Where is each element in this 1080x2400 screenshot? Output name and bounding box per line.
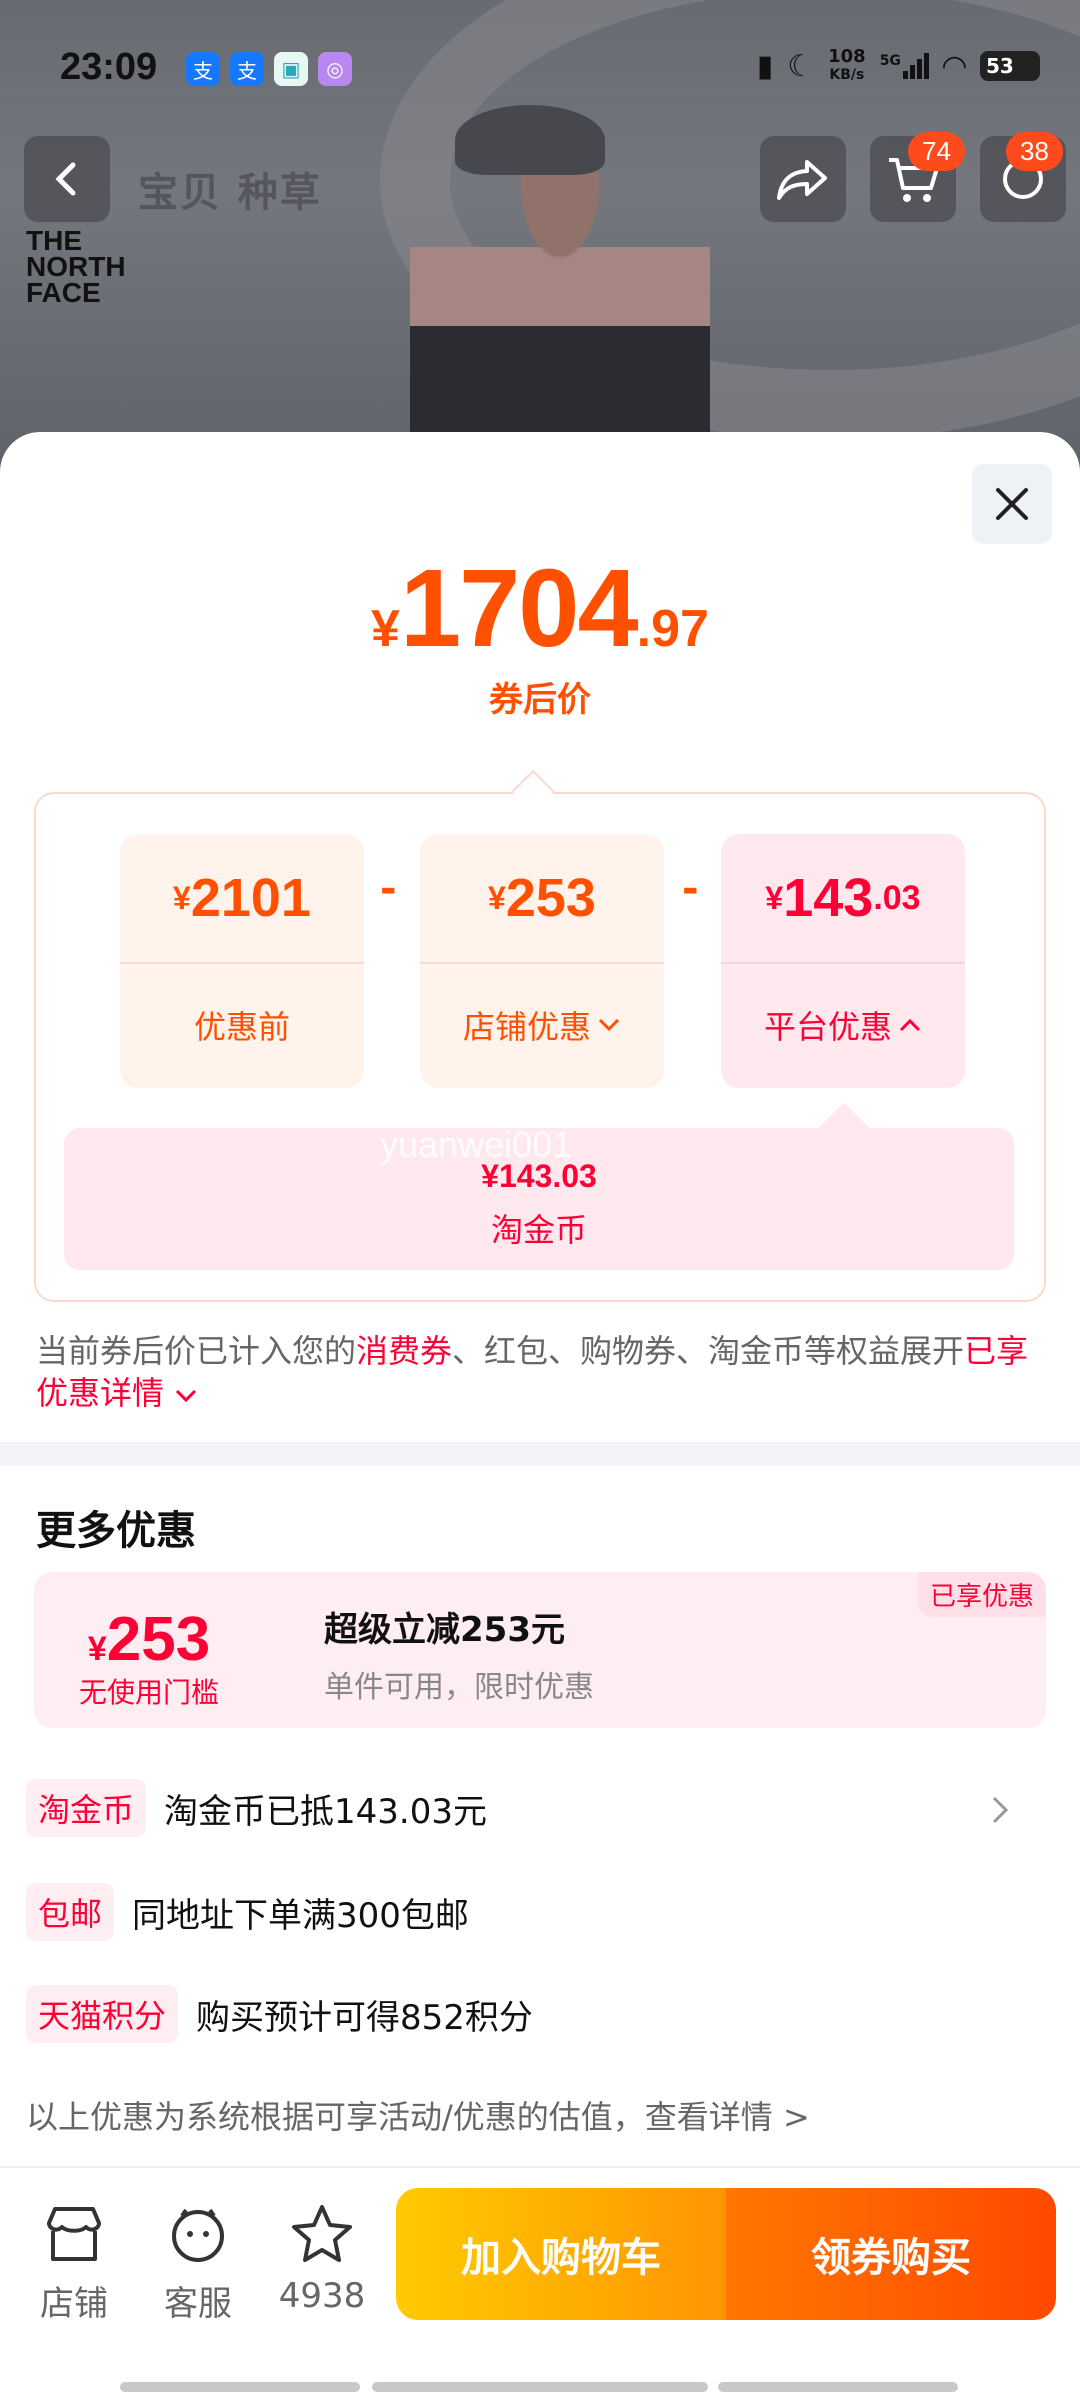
moon-icon: ☾ xyxy=(787,48,815,84)
cart-badge: 74 xyxy=(908,132,965,171)
coupon-amount: 253 xyxy=(106,1605,211,1674)
platform-discount-label: 平台优惠 xyxy=(763,1008,892,1046)
minus-sign: - xyxy=(380,866,397,912)
offer-row-taojinbi[interactable]: 淘金币 淘金币已抵143.03元 xyxy=(26,1778,487,1838)
coupon-threshold: 无使用门槛 xyxy=(78,1676,219,1709)
favorite-button[interactable]: 4938 xyxy=(262,2196,382,2316)
final-price-label: 券后价 xyxy=(489,680,591,720)
final-price: ¥1704.97 xyxy=(371,547,709,670)
star-icon xyxy=(292,2205,352,2262)
chevron-up-icon xyxy=(899,1018,921,1032)
message-badge: 38 xyxy=(1006,132,1063,171)
more-offers-title: 更多优惠 xyxy=(36,1508,196,1554)
chevron-left-icon xyxy=(55,162,76,196)
original-price-card: ¥2101 优惠前 xyxy=(120,834,364,1088)
store-discount-card[interactable]: ¥253 店铺优惠 xyxy=(420,834,664,1088)
offer-text: 同地址下单满300包邮 xyxy=(132,1895,469,1936)
net-unit: KB/s xyxy=(829,67,865,83)
store-button[interactable]: 店铺 xyxy=(14,2196,134,2325)
offer-pill: 天猫积分 xyxy=(26,1985,179,2043)
alipay-icon: 支 xyxy=(186,52,220,86)
store-discount-label: 店铺优惠 xyxy=(462,1008,591,1046)
coupon-applied-tag: 已享优惠 xyxy=(917,1572,1046,1617)
offer-text: 淘金币已抵143.03元 xyxy=(164,1791,487,1832)
close-icon xyxy=(996,488,1028,520)
minus-sign: - xyxy=(682,866,699,912)
offer-pill: 包邮 xyxy=(26,1883,115,1941)
taojinbi-label: 淘金币 xyxy=(490,1211,587,1249)
estimate-note-link[interactable]: 以上优惠为系统根据可享活动/优惠的估值，查看详情 > xyxy=(26,2092,810,2138)
alipay-icon: 支 xyxy=(230,52,264,86)
chevron-down-icon xyxy=(598,1018,620,1032)
original-price-label: 优惠前 xyxy=(193,1008,290,1046)
back-button[interactable] xyxy=(24,136,110,222)
net-speed: 108 xyxy=(828,46,866,67)
offer-row-shipping: 包邮 同地址下单满300包邮 xyxy=(26,1882,469,1942)
offer-text: 购买预计可得852积分 xyxy=(196,1997,533,2038)
coupon-card: ¥253 无使用门槛 超级立减253元 单件可用，限时优惠 已享优惠 xyxy=(34,1572,1046,1728)
discount-note: 当前券后价已计入您的消费券、红包、购物券、淘金币等权益展开已享优惠详情 xyxy=(36,1332,1029,1412)
signal-icon: 5G xyxy=(880,53,929,79)
nav-handle xyxy=(120,2382,360,2392)
header-tabs[interactable]: 宝贝 种草 xyxy=(138,160,322,218)
service-icon xyxy=(172,2208,224,2262)
share-button[interactable] xyxy=(760,136,846,222)
offer-row-points: 天猫积分 购买预计可得852积分 xyxy=(26,1984,533,2044)
vibrate-icon: ▮ xyxy=(756,48,774,84)
chevron-right-icon[interactable] xyxy=(988,1792,1012,1828)
chevron-down-icon[interactable] xyxy=(174,1388,198,1404)
notification-icons: 支 支 ▣ ◎ xyxy=(186,52,352,86)
nav-handle xyxy=(718,2382,958,2392)
share-icon xyxy=(777,160,827,200)
add-to-cart-button[interactable]: 加入购物车 xyxy=(396,2188,726,2320)
brand-logo: THE NORTH FACE xyxy=(26,225,126,308)
consumer-coupon-link[interactable]: 消费券 xyxy=(356,1332,452,1370)
battery-icon: 53 xyxy=(980,51,1040,81)
close-button[interactable] xyxy=(972,464,1052,544)
status-bar: 23:09 支 支 ▣ ◎ ▮ ☾ 108 KB/s 5G ◠ 53 xyxy=(0,40,1080,100)
section-divider xyxy=(0,1442,1080,1466)
coupon-title: 超级立减253元 xyxy=(324,1610,565,1650)
customer-service-button[interactable]: 客服 xyxy=(138,2196,258,2325)
platform-discount-card[interactable]: ¥143.03 平台优惠 xyxy=(721,834,965,1088)
buy-with-coupon-button[interactable]: 领券购买 xyxy=(726,2188,1056,2320)
coupon-desc: 单件可用，限时优惠 xyxy=(324,1670,594,1705)
message-button[interactable]: 38 xyxy=(980,132,1066,222)
app-icon: ▣ xyxy=(274,52,308,86)
offer-pill: 淘金币 xyxy=(26,1779,147,1837)
status-right: ▮ ☾ 108 KB/s 5G ◠ 53 xyxy=(757,48,1040,84)
watermark: yuanwei001 xyxy=(380,1124,573,1165)
store-icon xyxy=(47,2207,101,2261)
nav-handle xyxy=(372,2382,708,2392)
status-time: 23:09 xyxy=(60,46,158,88)
cart-button[interactable]: 74 xyxy=(870,132,965,222)
app-icon: ◎ xyxy=(318,52,352,86)
wifi-icon: ◠ xyxy=(942,48,966,84)
